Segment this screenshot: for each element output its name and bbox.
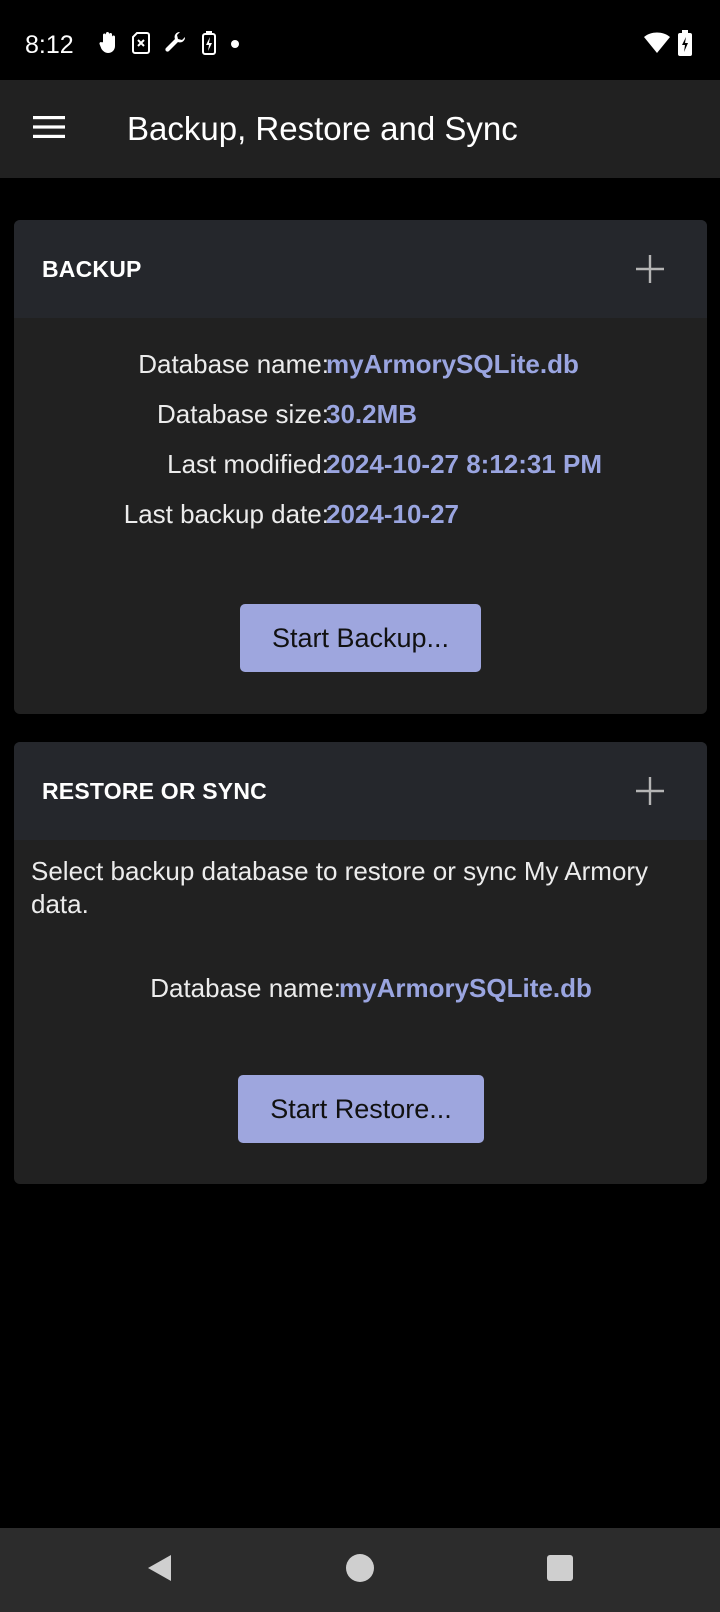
info-value: myArmorySQLite.db	[339, 973, 592, 1003]
page-title: Backup, Restore and Sync	[127, 110, 518, 147]
plus-icon	[635, 777, 665, 810]
info-label: Database name:	[138, 349, 329, 379]
restore-expand-button[interactable]	[635, 776, 665, 806]
info-row-database-name: Database name: myArmorySQLite.db	[14, 346, 707, 382]
hand-icon	[98, 31, 118, 60]
backup-card: BACKUP Database name: myArmorySQLite.db …	[14, 220, 707, 714]
info-value: 30.2MB	[326, 399, 418, 429]
backup-expand-button[interactable]	[635, 254, 665, 284]
app-bar: Backup, Restore and Sync	[0, 80, 720, 178]
info-label: Last backup date:	[123, 499, 329, 529]
start-restore-button[interactable]: Start Restore...	[238, 1075, 484, 1143]
info-label: Database size:	[157, 399, 329, 429]
dot-icon	[230, 36, 240, 54]
info-value: 2024-10-27 8:12:31 PM	[326, 449, 603, 479]
backup-card-header[interactable]: BACKUP	[14, 220, 707, 318]
info-row-last-modified: Last modified: 2024-10-27 8:12:31 PM	[14, 446, 707, 482]
status-icons-left	[98, 30, 240, 60]
plus-icon	[635, 255, 665, 288]
info-label: Last modified:	[167, 449, 329, 479]
restore-card: RESTORE OR SYNC Select backup database t…	[14, 742, 707, 1184]
wrench-icon	[164, 31, 188, 60]
status-bar: 8:12	[0, 0, 720, 80]
sim-card-icon	[132, 31, 150, 59]
restore-description: Select backup database to restore or syn…	[31, 856, 649, 919]
system-nav-bar	[0, 1528, 720, 1612]
info-label: Database name:	[150, 973, 341, 1003]
info-value: myArmorySQLite.db	[326, 349, 579, 379]
info-row-database-size: Database size: 30.2MB	[14, 396, 707, 432]
hamburger-menu-icon	[33, 115, 65, 144]
info-row-last-backup-date: Last backup date: 2024-10-27	[14, 496, 707, 532]
status-icons-right	[644, 29, 692, 61]
home-icon	[345, 1553, 375, 1588]
info-row-restore-database-name: Database name: myArmorySQLite.db	[14, 970, 707, 1006]
battery-saver-icon	[202, 30, 216, 60]
backup-card-title: BACKUP	[42, 256, 142, 282]
restore-card-header[interactable]: RESTORE OR SYNC	[14, 742, 707, 840]
recents-button[interactable]	[536, 1546, 584, 1594]
back-icon	[145, 1553, 175, 1588]
menu-button[interactable]	[22, 104, 76, 154]
start-backup-button[interactable]: Start Backup...	[240, 604, 481, 672]
back-button[interactable]	[136, 1546, 184, 1594]
recents-icon	[546, 1554, 574, 1587]
home-button[interactable]	[336, 1546, 384, 1594]
status-time: 8:12	[25, 31, 74, 59]
battery-icon	[678, 29, 692, 61]
restore-card-title: RESTORE OR SYNC	[42, 778, 267, 804]
info-value: 2024-10-27	[326, 499, 459, 529]
wifi-icon	[644, 32, 670, 59]
